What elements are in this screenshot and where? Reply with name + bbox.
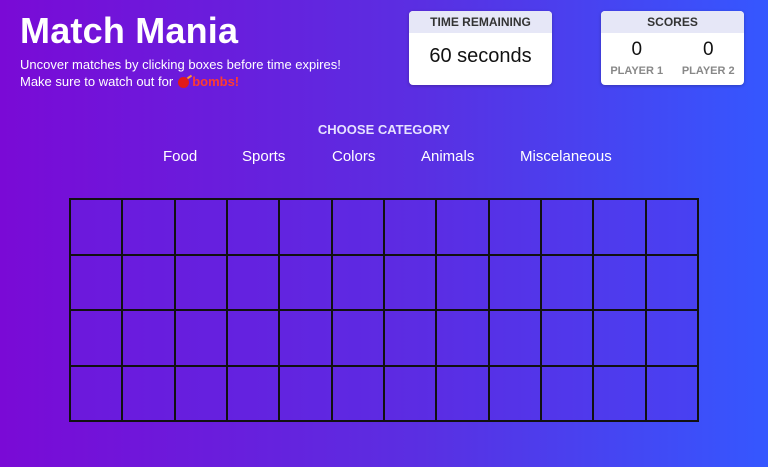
game-tile[interactable] (593, 199, 646, 255)
player-1-score-block: 0 PLAYER 1 (601, 33, 673, 77)
category-colors[interactable]: Colors (332, 148, 375, 165)
game-tile[interactable] (122, 199, 175, 255)
game-tile[interactable] (488, 365, 541, 421)
game-tile[interactable] (540, 365, 594, 421)
game-tile[interactable] (383, 254, 437, 310)
game-board (69, 198, 699, 422)
game-tile[interactable] (174, 254, 227, 310)
game-tile[interactable] (436, 199, 489, 255)
game-tile[interactable] (279, 310, 332, 366)
game-tile[interactable] (540, 254, 594, 310)
game-tile[interactable] (383, 310, 437, 366)
player-2-score: 0 (702, 39, 714, 60)
game-tile[interactable] (226, 365, 280, 421)
game-tile[interactable] (593, 254, 646, 310)
time-remaining-card: TIME REMAINING 60 seconds (409, 11, 552, 85)
category-food[interactable]: Food (163, 148, 197, 165)
game-tile[interactable] (279, 365, 332, 421)
game-tile[interactable] (226, 310, 280, 366)
game-tile[interactable] (122, 365, 175, 421)
game-tile[interactable] (226, 199, 280, 255)
game-tile[interactable] (645, 365, 698, 421)
player-2-label: PLAYER 2 (681, 65, 735, 77)
game-tile[interactable] (331, 199, 384, 255)
bomb-icon (178, 77, 190, 88)
game-tile[interactable] (331, 254, 384, 310)
game-tile[interactable] (383, 365, 437, 421)
game-tile[interactable] (122, 254, 175, 310)
instructions-line-2: Make sure to watch out for bombs! (20, 73, 341, 90)
instructions-line-2-text: Make sure to watch out for (20, 74, 174, 89)
game-tile[interactable] (279, 199, 332, 255)
game-tile[interactable] (70, 254, 123, 310)
game-tile[interactable] (174, 310, 227, 366)
game-tile[interactable] (645, 254, 698, 310)
category-sports[interactable]: Sports (242, 148, 285, 165)
game-tile[interactable] (540, 199, 594, 255)
game-tile[interactable] (488, 310, 541, 366)
game-tile[interactable] (383, 199, 437, 255)
game-tile[interactable] (436, 310, 489, 366)
game-tile[interactable] (279, 254, 332, 310)
scores-card: SCORES 0 PLAYER 1 0 PLAYER 2 (601, 11, 744, 85)
scores-label: SCORES (601, 11, 744, 33)
game-tile[interactable] (645, 199, 698, 255)
category-miscellaneous[interactable]: Miscelaneous (520, 148, 612, 165)
game-title: Match Mania (20, 10, 239, 51)
choose-category-heading: CHOOSE CATEGORY (317, 122, 451, 137)
time-remaining-label: TIME REMAINING (409, 11, 552, 33)
game-tile[interactable] (436, 365, 489, 421)
game-tile[interactable] (645, 310, 698, 366)
game-tile[interactable] (226, 254, 280, 310)
game-tile[interactable] (122, 310, 175, 366)
game-tile[interactable] (70, 365, 123, 421)
game-tile[interactable] (70, 199, 123, 255)
game-tile[interactable] (331, 310, 384, 366)
time-remaining-value: 60 seconds (429, 45, 532, 67)
game-tile[interactable] (331, 365, 384, 421)
player-2-score-block: 0 PLAYER 2 (673, 33, 745, 77)
player-1-score: 0 (631, 39, 643, 60)
game-tile[interactable] (488, 254, 541, 310)
game-tile[interactable] (70, 310, 123, 366)
instructions-line-1: Uncover matches by clicking boxes before… (20, 57, 341, 72)
game-tile[interactable] (593, 365, 646, 421)
game-tile[interactable] (488, 199, 541, 255)
game-tile[interactable] (540, 310, 594, 366)
bombs-warning-text: bombs! (192, 74, 240, 89)
game-tile[interactable] (593, 310, 646, 366)
player-1-label: PLAYER 1 (610, 65, 664, 77)
category-animals[interactable]: Animals (421, 148, 474, 165)
game-tile[interactable] (174, 199, 227, 255)
game-tile[interactable] (174, 365, 227, 421)
instructions: Uncover matches by clicking boxes before… (20, 56, 341, 90)
game-tile[interactable] (436, 254, 489, 310)
